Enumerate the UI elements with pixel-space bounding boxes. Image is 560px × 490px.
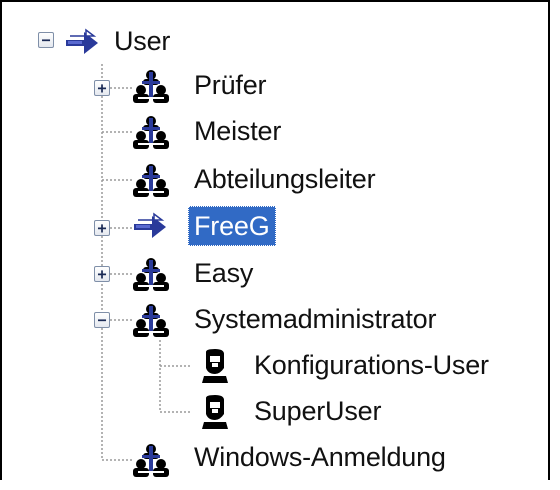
user-group-icon [133,116,169,149]
tree-item-abteilungsleiter[interactable]: Abteilungsleiter [190,162,379,196]
tree-item-meister[interactable]: Meister [190,114,285,148]
user-group-icon [133,70,169,103]
tree-item-pruefer[interactable]: Prüfer [190,68,270,102]
arrow-user-group-icon [134,212,166,238]
tree-item-easy[interactable]: Easy [190,256,257,290]
root-collapse-toggle[interactable]: − [38,32,54,48]
single-user-icon [202,395,228,429]
single-user-icon [202,349,228,383]
systemadministrator-collapse-toggle[interactable]: − [94,312,110,328]
tree-item-konfigurations-user[interactable]: Konfigurations-User [250,348,493,382]
user-group-icon [133,444,169,477]
arrow-user-group-icon [66,28,98,54]
freeg-expand-toggle[interactable]: + [94,220,110,236]
tree-item-superuser[interactable]: SuperUser [250,394,385,428]
tree-item-windows-anmeldung[interactable]: Windows-Anmeldung [190,440,450,474]
pruefer-expand-toggle[interactable]: + [94,80,110,96]
user-group-icon [133,258,169,291]
user-group-icon [133,164,169,197]
tree-item-systemadministrator[interactable]: Systemadministrator [190,302,440,336]
tree-item-user[interactable]: User [110,24,174,58]
user-group-icon [133,304,169,337]
tree-view: − User + Prüfer Meister Abteilungsleiter… [0,0,550,480]
tree-item-freeg[interactable]: FreeG [188,206,276,246]
tree-container: − User + Prüfer Meister Abteilungsleiter… [2,2,548,480]
easy-expand-toggle[interactable]: + [94,266,110,282]
